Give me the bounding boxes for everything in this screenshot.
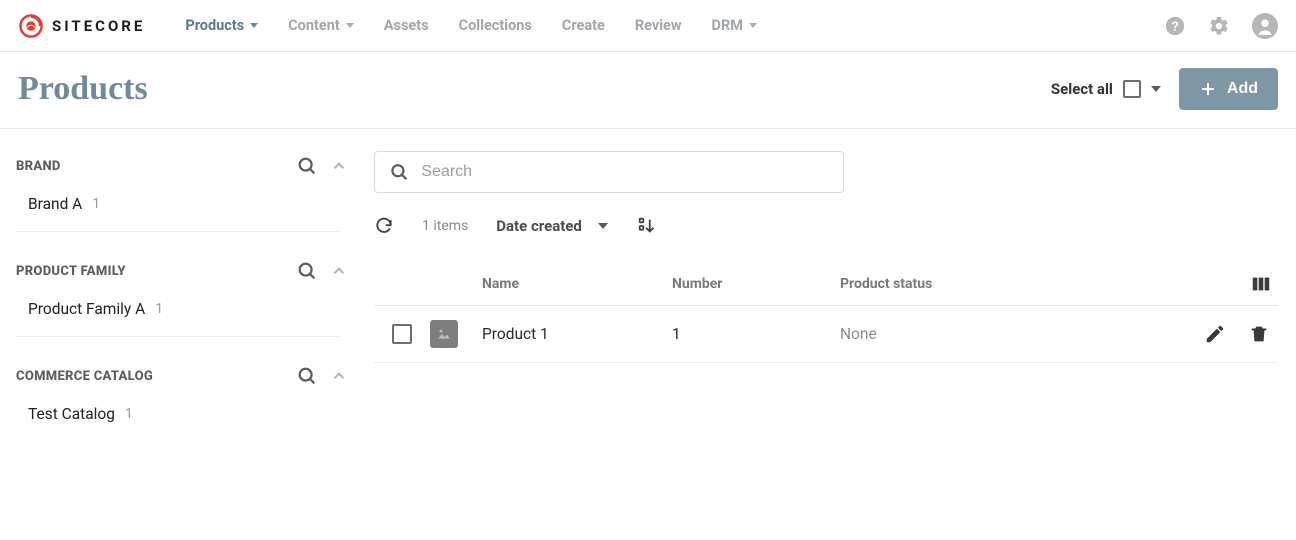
chevron-down-icon (346, 23, 354, 28)
edit-icon[interactable] (1204, 323, 1226, 345)
filter-sidebar: BRAND Brand A 1 PRODUCT FAMILY Prod (0, 129, 360, 493)
column-header-number[interactable]: Number (672, 276, 840, 292)
column-header-status[interactable]: Product status (840, 276, 1134, 292)
chevron-up-icon[interactable] (330, 157, 348, 175)
search-icon[interactable] (296, 260, 318, 282)
nav-item-review[interactable]: Review (635, 17, 682, 34)
chevron-up-icon[interactable] (330, 262, 348, 280)
facet-item-label: Brand A (28, 195, 82, 213)
table-header: Name Number Product status (374, 263, 1278, 306)
nav-item-label: Content (288, 17, 340, 34)
chevron-down-icon (250, 23, 258, 28)
row-checkbox[interactable] (374, 324, 430, 344)
item-count-label: 1 items (422, 218, 468, 234)
row-number: 1 (672, 325, 840, 343)
brand-logo[interactable]: SITECORE (18, 13, 145, 39)
chevron-down-icon (598, 223, 608, 229)
select-all-control[interactable]: Select all (1051, 80, 1161, 98)
facet-item-count: 1 (155, 301, 163, 317)
row-name: Product 1 (482, 325, 672, 343)
chevron-down-icon[interactable] (1151, 86, 1161, 92)
brand-name: SITECORE (52, 17, 145, 35)
facet-brand: BRAND Brand A 1 (16, 155, 348, 232)
facet-item[interactable]: Test Catalog 1 (16, 405, 342, 441)
page-title: Products (18, 70, 148, 108)
facet-item-label: Test Catalog (28, 405, 115, 423)
row-status: None (840, 325, 1134, 343)
nav-item-label: DRM (712, 17, 743, 34)
facet-item-count: 1 (92, 196, 100, 212)
select-all-checkbox[interactable] (1123, 80, 1141, 98)
search-input[interactable] (421, 163, 829, 181)
gear-icon[interactable] (1208, 15, 1230, 37)
page-actions: Select all Add (1051, 68, 1278, 110)
table-row[interactable]: Product 1 1 None (374, 306, 1278, 363)
products-table: Name Number Product status Product 1 1 N… (374, 263, 1278, 363)
sitecore-logo-icon (18, 13, 44, 39)
nav-item-collections[interactable]: Collections (459, 17, 532, 34)
nav-item-create[interactable]: Create (562, 17, 605, 34)
user-avatar-icon[interactable] (1252, 13, 1278, 39)
refresh-icon[interactable] (374, 216, 394, 236)
facet-title: COMMERCE CATALOG (16, 369, 153, 384)
facet-item[interactable]: Product Family A 1 (16, 300, 342, 337)
top-nav: SITECORE Products Content Assets Collect… (0, 0, 1296, 52)
facet-item-label: Product Family A (28, 300, 145, 318)
facet-title: BRAND (16, 159, 61, 174)
chevron-down-icon (749, 23, 757, 28)
list-toolbar: 1 items Date created (374, 215, 1278, 237)
search-icon (389, 161, 409, 183)
delete-icon[interactable] (1248, 323, 1270, 345)
page-header: Products Select all Add (0, 52, 1296, 129)
chevron-up-icon[interactable] (330, 367, 348, 385)
nav-item-label: Create (562, 17, 605, 34)
top-right-icons: ? (1164, 13, 1278, 39)
main-content: 1 items Date created Name Number Product… (360, 129, 1296, 493)
nav-item-drm[interactable]: DRM (712, 17, 757, 34)
add-button[interactable]: Add (1179, 68, 1278, 110)
image-placeholder-icon (430, 320, 458, 348)
facet-commerce-catalog: COMMERCE CATALOG Test Catalog 1 (16, 365, 348, 441)
facet-item-count: 1 (125, 406, 133, 422)
facet-title: PRODUCT FAMILY (16, 264, 126, 279)
sort-direction-icon[interactable] (636, 215, 658, 237)
nav-links: Products Content Assets Collections Crea… (185, 17, 1164, 34)
nav-item-label: Collections (459, 17, 532, 34)
plus-icon (1199, 80, 1217, 98)
svg-text:?: ? (1171, 18, 1179, 33)
help-icon[interactable]: ? (1164, 15, 1186, 37)
nav-item-label: Review (635, 17, 682, 34)
sort-label: Date created (496, 217, 582, 235)
nav-item-content[interactable]: Content (288, 17, 354, 34)
columns-icon[interactable] (1250, 273, 1278, 295)
add-button-label: Add (1227, 80, 1258, 98)
select-all-label: Select all (1051, 80, 1113, 98)
nav-item-products[interactable]: Products (185, 17, 258, 34)
search-box[interactable] (374, 151, 844, 193)
nav-item-label: Products (185, 17, 244, 34)
facet-product-family: PRODUCT FAMILY Product Family A 1 (16, 260, 348, 337)
search-icon[interactable] (296, 155, 318, 177)
nav-item-assets[interactable]: Assets (384, 17, 429, 34)
facet-item[interactable]: Brand A 1 (16, 195, 342, 232)
search-icon[interactable] (296, 365, 318, 387)
nav-item-label: Assets (384, 17, 429, 34)
column-header-name[interactable]: Name (482, 276, 672, 292)
sort-dropdown[interactable]: Date created (496, 217, 608, 235)
